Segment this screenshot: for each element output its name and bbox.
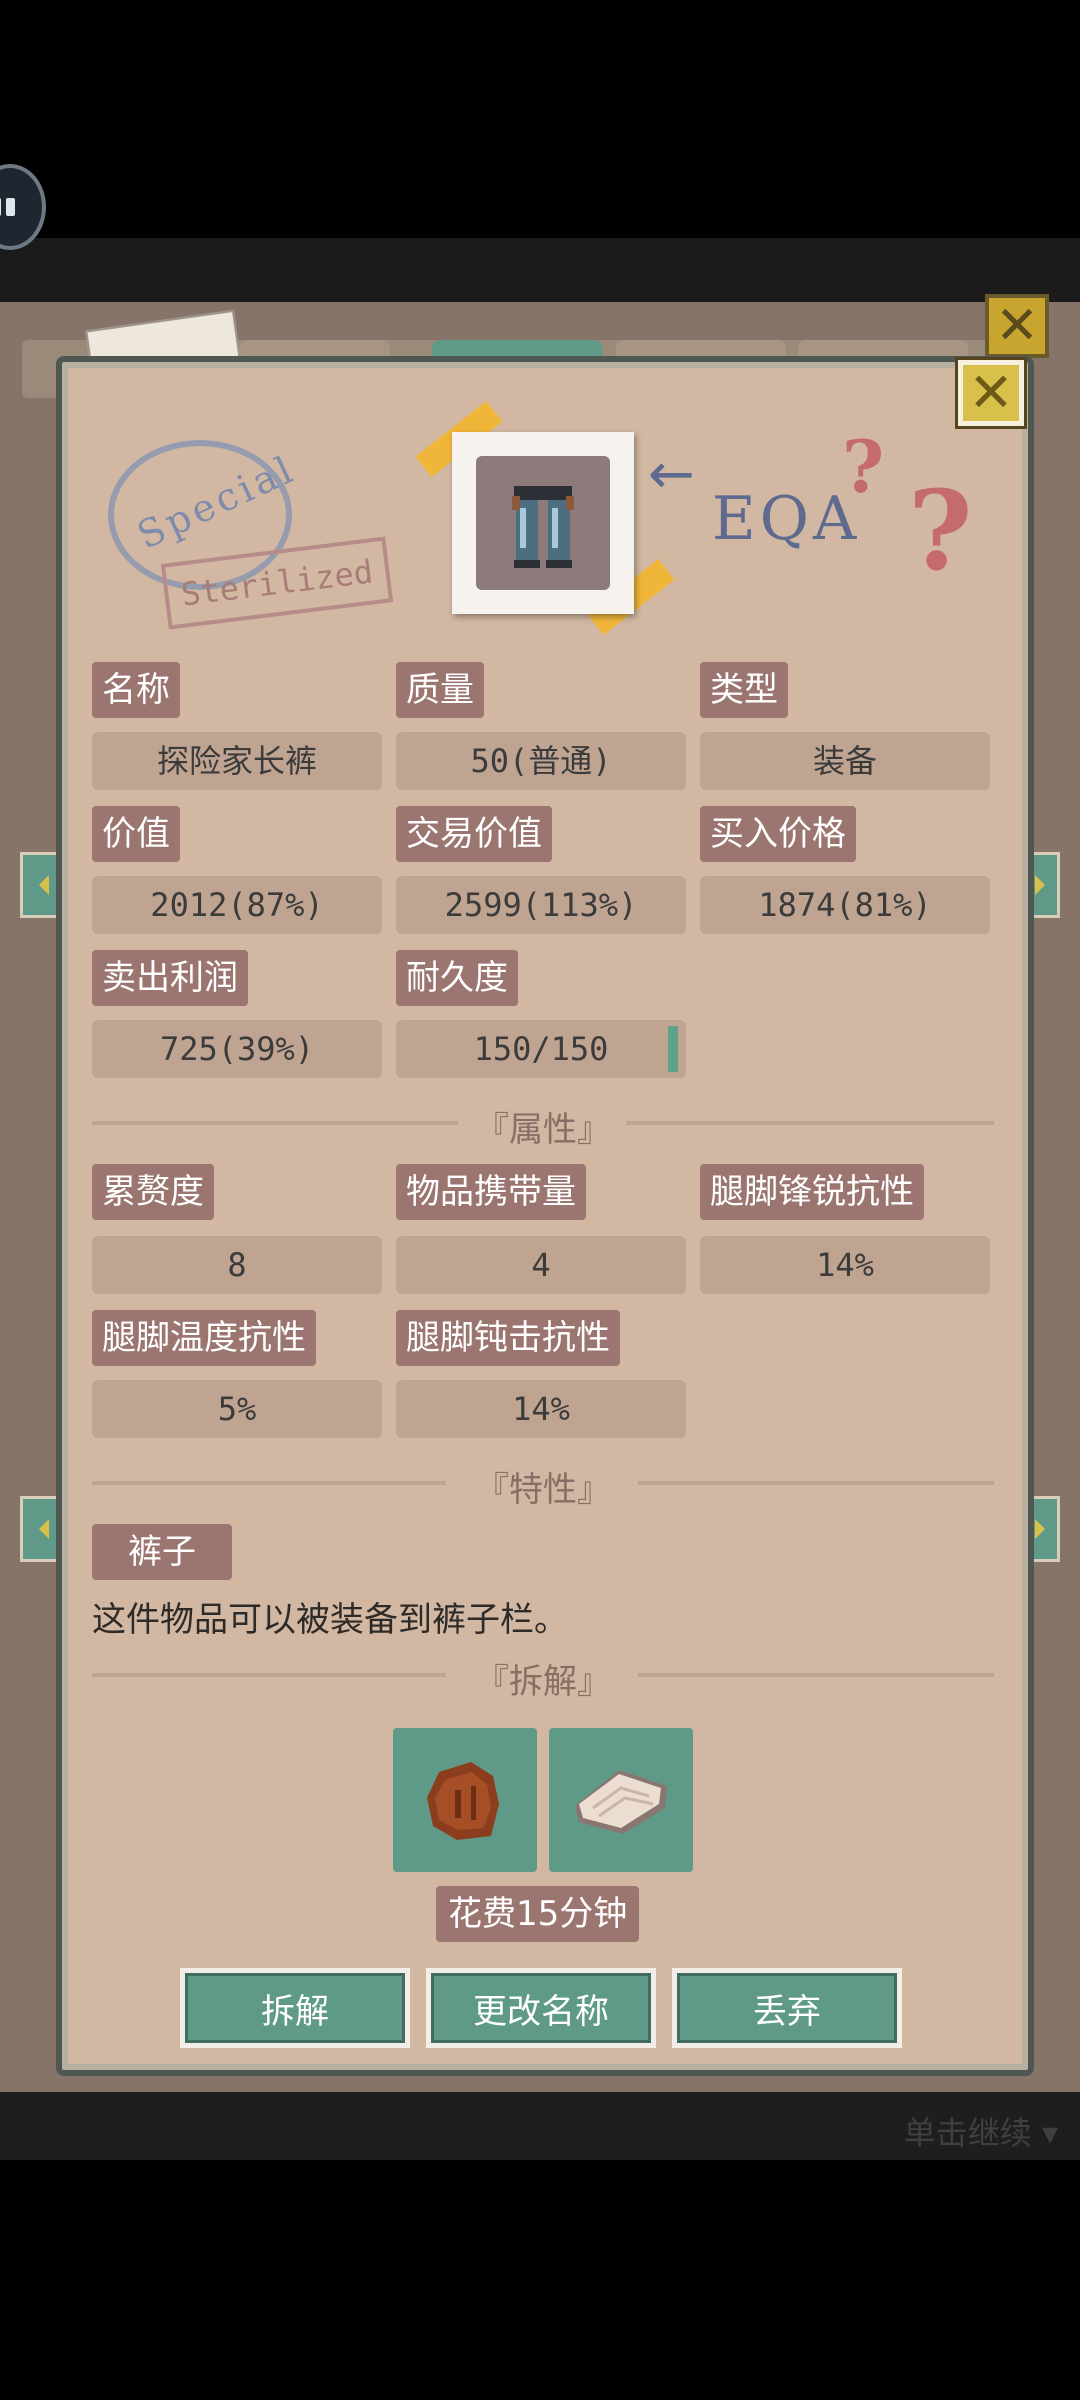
dismantle-cost: 花费15分钟 xyxy=(436,1886,640,1942)
cloth-scrap-icon xyxy=(575,1770,667,1834)
continue-label: 单击继续 xyxy=(903,2114,1032,2152)
close-icon[interactable]: ✕ xyxy=(955,357,1027,429)
carry-capacity-label: 物品携带量 xyxy=(396,1164,586,1220)
background-close-icon: ✕ xyxy=(985,294,1049,358)
dismantle-button-label: 拆解 xyxy=(185,1973,405,2043)
tap-to-continue[interactable]: 单击继续 ▾ xyxy=(904,2108,1058,2154)
durability-text: 150/150 xyxy=(473,1030,609,1068)
item-icon-frame xyxy=(476,456,610,590)
trade-value-value: 2599(113%) xyxy=(396,876,686,934)
leg-sharp-resist-label: 腿脚锋锐抗性 xyxy=(700,1164,924,1220)
leg-temperature-resist-label: 腿脚温度抗性 xyxy=(92,1310,316,1366)
type-value: 装备 xyxy=(700,732,990,790)
sell-profit-value: 725(39%) xyxy=(92,1020,382,1078)
chevron-down-icon: ▾ xyxy=(1041,2114,1058,2152)
top-bar xyxy=(0,238,1080,302)
leg-blunt-resist-label: 腿脚钝击抗性 xyxy=(396,1310,620,1366)
value-label: 价值 xyxy=(92,806,180,862)
question-mark-decoration-icon: ? xyxy=(908,466,973,595)
leg-temperature-resist-value: 5% xyxy=(92,1380,382,1438)
leg-sharp-resist-value: 14% xyxy=(700,1236,990,1294)
durability-bar xyxy=(668,1026,678,1072)
traits-header: 『特性』 xyxy=(92,1462,994,1510)
type-label: 类型 xyxy=(700,662,788,718)
carry-capacity-value: 4 xyxy=(396,1236,686,1294)
arrow-left-decoration-icon: ← xyxy=(648,442,695,507)
eqa-scribble: EQA xyxy=(712,484,861,554)
traits-title: 『特性』 xyxy=(475,1470,611,1510)
buy-price-value: 1874(81%) xyxy=(700,876,990,934)
sell-profit-label: 卖出利润 xyxy=(92,950,248,1006)
material-slot[interactable] xyxy=(549,1728,693,1872)
trait-tag: 裤子 xyxy=(92,1524,232,1580)
trade-value-label: 交易价值 xyxy=(396,806,552,862)
question-mark-decoration-icon: ? xyxy=(842,424,885,509)
value-value: 2012(87%) xyxy=(92,876,382,934)
durability-label: 耐久度 xyxy=(396,950,518,1006)
leather-scrap-icon xyxy=(427,1762,499,1840)
dismantle-title: 『拆解』 xyxy=(475,1662,611,1702)
quality-value: 50(普通) xyxy=(396,732,686,790)
leg-blunt-resist-value: 14% xyxy=(396,1380,686,1438)
name-value: 探险家长裤 xyxy=(92,732,382,790)
encumbrance-label: 累赘度 xyxy=(92,1164,214,1220)
discard-button[interactable]: 丢弃 xyxy=(672,1968,902,2048)
discard-button-label: 丢弃 xyxy=(677,1973,897,2043)
attributes-header: 『属性』 xyxy=(92,1102,994,1150)
quality-label: 质量 xyxy=(396,662,484,718)
pants-icon xyxy=(512,486,574,568)
attributes-title: 『属性』 xyxy=(475,1110,611,1150)
material-slot[interactable] xyxy=(393,1728,537,1872)
rename-button-label: 更改名称 xyxy=(431,1973,651,2043)
dismantle-button[interactable]: 拆解 xyxy=(180,1968,410,2048)
pause-icon xyxy=(0,198,1,216)
dismantle-header: 『拆解』 xyxy=(92,1654,994,1702)
name-label: 名称 xyxy=(92,662,180,718)
durability-value: 150/150 xyxy=(396,1020,686,1078)
trait-description: 这件物品可以被装备到裤子栏。 xyxy=(92,1600,568,1640)
pause-icon-bar xyxy=(6,198,15,216)
encumbrance-value: 8 xyxy=(92,1236,382,1294)
buy-price-label: 买入价格 xyxy=(700,806,856,862)
item-image xyxy=(452,432,634,614)
rename-button[interactable]: 更改名称 xyxy=(426,1968,656,2048)
